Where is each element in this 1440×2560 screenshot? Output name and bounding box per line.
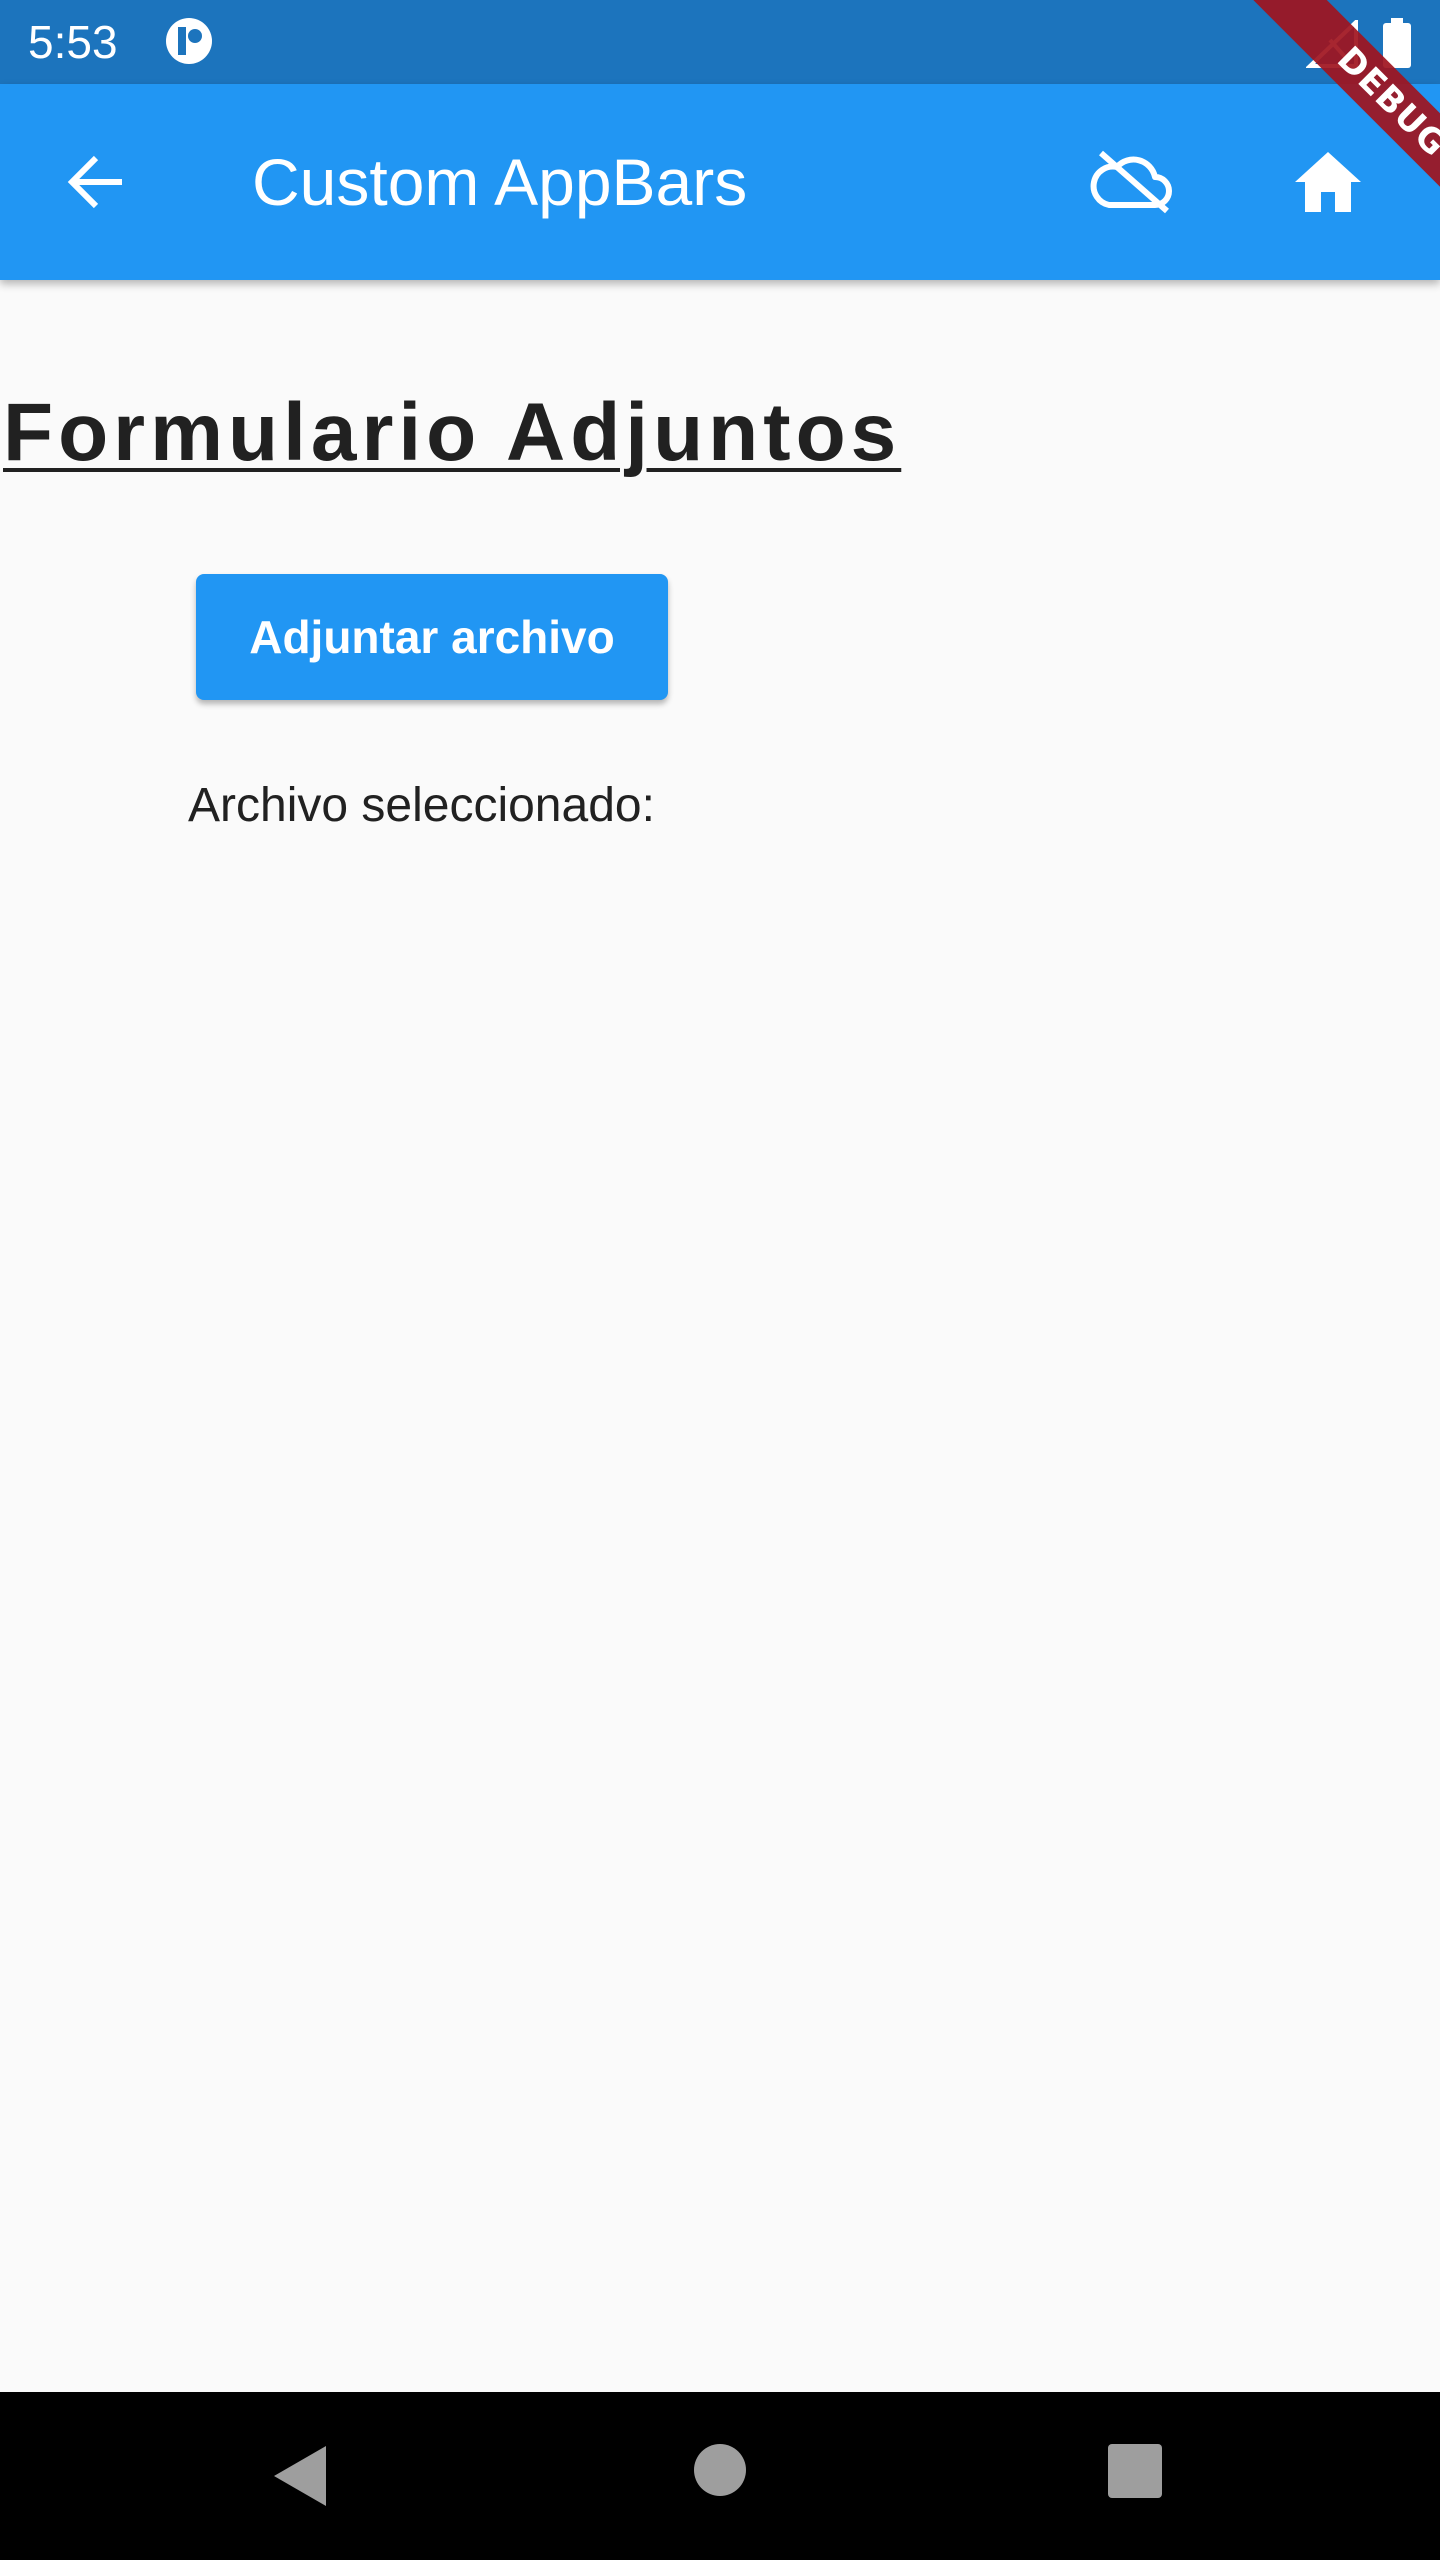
back-button[interactable] xyxy=(56,142,136,222)
nav-recents-icon[interactable] xyxy=(1108,2444,1162,2498)
cloud-off-button[interactable] xyxy=(1080,134,1184,230)
app-notification-icon xyxy=(166,18,212,64)
status-bar: 5:53 xyxy=(0,0,1440,84)
signal-icon xyxy=(1306,20,1358,68)
battery-icon xyxy=(1383,18,1411,68)
back-arrow-icon xyxy=(67,155,122,209)
nav-back-icon[interactable] xyxy=(268,2442,332,2510)
app-bar: Custom AppBars xyxy=(0,84,1440,280)
attach-file-button[interactable]: Adjuntar archivo xyxy=(196,574,668,700)
cloud-off-icon xyxy=(1090,150,1172,214)
form-title: Formulario Adjuntos xyxy=(3,387,902,478)
home-icon xyxy=(1295,152,1361,212)
home-button[interactable] xyxy=(1280,134,1376,230)
system-nav-bar xyxy=(0,2392,1440,2560)
app-bar-title: Custom AppBars xyxy=(252,145,748,219)
selected-file-label: Archivo seleccionado: xyxy=(188,779,655,832)
nav-home-icon[interactable] xyxy=(694,2444,746,2496)
status-time: 5:53 xyxy=(28,16,118,68)
